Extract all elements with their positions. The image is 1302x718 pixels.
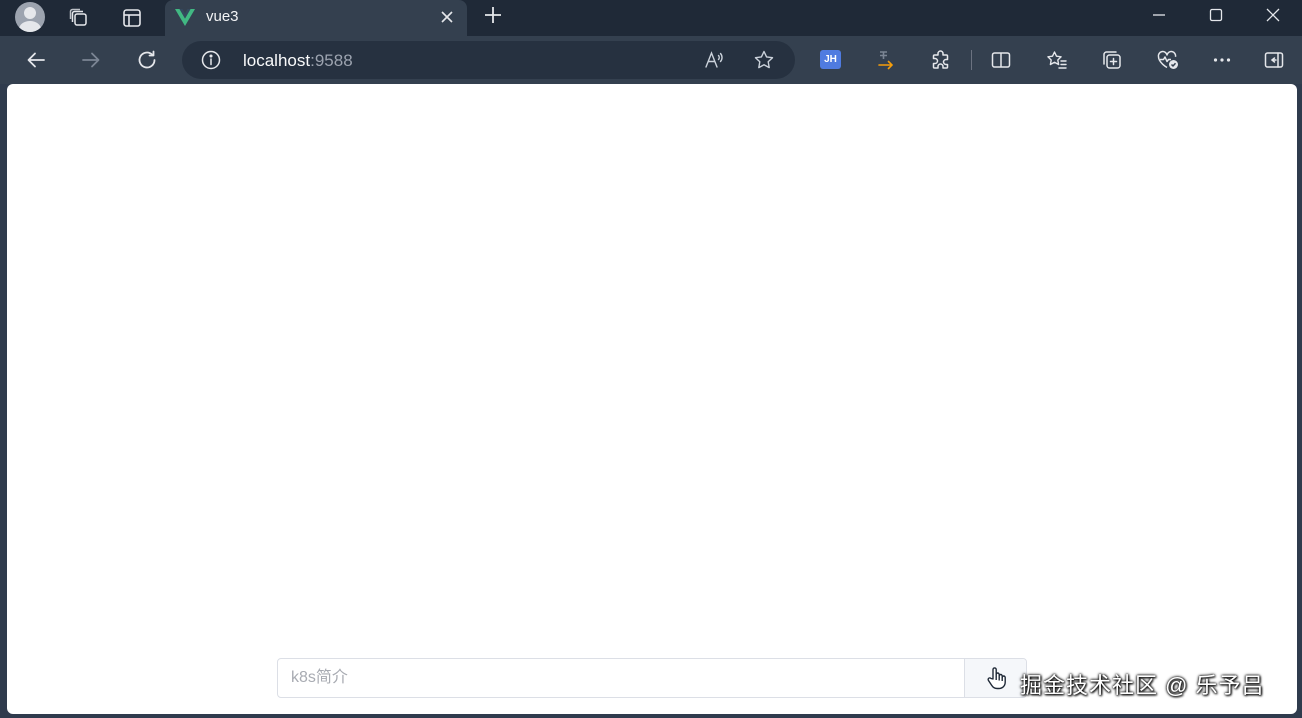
site-info-button[interactable] — [200, 49, 222, 71]
plus-icon — [485, 7, 501, 23]
tab-vue3[interactable]: vue3 — [165, 0, 467, 36]
tab-close-button[interactable] — [435, 5, 459, 29]
browser-essentials-button[interactable] — [1152, 45, 1184, 75]
watermark-text: 掘金技术社区 @ 乐予吕 — [1020, 673, 1265, 698]
send-button[interactable] — [964, 659, 1026, 697]
workspaces-button[interactable] — [65, 4, 93, 32]
split-screen-icon — [991, 52, 1011, 68]
tab-title: vue3 — [206, 8, 239, 25]
collections-button[interactable] — [1096, 45, 1128, 75]
arrow-right-icon — [82, 52, 100, 68]
title-bar: vue3 — [0, 0, 1302, 36]
forward-button[interactable] — [75, 45, 107, 75]
arrow-left-icon — [27, 52, 45, 68]
vue-logo-icon — [175, 9, 195, 26]
browser-toolbar: localhost:9588 JH — [0, 36, 1302, 84]
info-icon — [201, 50, 221, 70]
chat-input-group — [277, 658, 1027, 698]
puzzle-icon — [932, 50, 949, 69]
address-url[interactable]: localhost:9588 — [243, 51, 353, 71]
jh-extension-button[interactable]: JH — [820, 50, 841, 69]
avatar-body-shape — [19, 21, 41, 32]
heart-pulse-icon — [1157, 50, 1178, 69]
refresh-icon — [138, 50, 156, 69]
back-button[interactable] — [20, 45, 52, 75]
close-icon — [441, 11, 453, 23]
minimize-icon — [1153, 14, 1165, 16]
sidebar-toggle-button[interactable] — [1258, 45, 1290, 75]
maximize-button[interactable] — [1188, 0, 1244, 30]
profile-avatar[interactable] — [15, 2, 45, 32]
translate-extension-button[interactable] — [870, 45, 902, 75]
collections-icon — [1103, 51, 1121, 69]
translate-extension-icon — [878, 51, 894, 70]
url-host: localhost — [243, 51, 311, 70]
favorites-button[interactable] — [1041, 45, 1073, 75]
read-aloud-icon — [705, 51, 723, 68]
page-viewport: 掘金技术社区 @ 乐予吕 — [7, 84, 1297, 714]
hand-pointer-icon — [986, 667, 1006, 690]
sidebar-icon — [1264, 52, 1284, 68]
extensions-button[interactable] — [925, 45, 957, 75]
new-tab-button[interactable] — [479, 1, 507, 29]
favorites-list-icon — [1047, 51, 1067, 69]
ellipsis-icon — [1213, 58, 1231, 62]
chat-input[interactable] — [278, 659, 964, 697]
vertical-tabs-icon — [123, 9, 141, 27]
close-window-button[interactable] — [1245, 0, 1301, 30]
favorite-button[interactable] — [751, 47, 777, 73]
more-menu-button[interactable] — [1206, 45, 1238, 75]
url-port: :9588 — [310, 51, 353, 70]
read-aloud-button[interactable] — [701, 47, 727, 73]
toolbar-separator — [971, 50, 972, 70]
star-icon — [754, 50, 774, 69]
tab-actions-button[interactable] — [118, 4, 146, 32]
close-icon — [1266, 8, 1280, 22]
minimize-button[interactable] — [1131, 0, 1187, 30]
avatar-head-shape — [24, 7, 36, 19]
workspaces-icon — [69, 8, 87, 26]
address-bar[interactable]: localhost:9588 — [182, 41, 795, 79]
split-screen-button[interactable] — [985, 45, 1017, 75]
maximize-icon — [1209, 8, 1223, 22]
refresh-button[interactable] — [131, 45, 163, 75]
